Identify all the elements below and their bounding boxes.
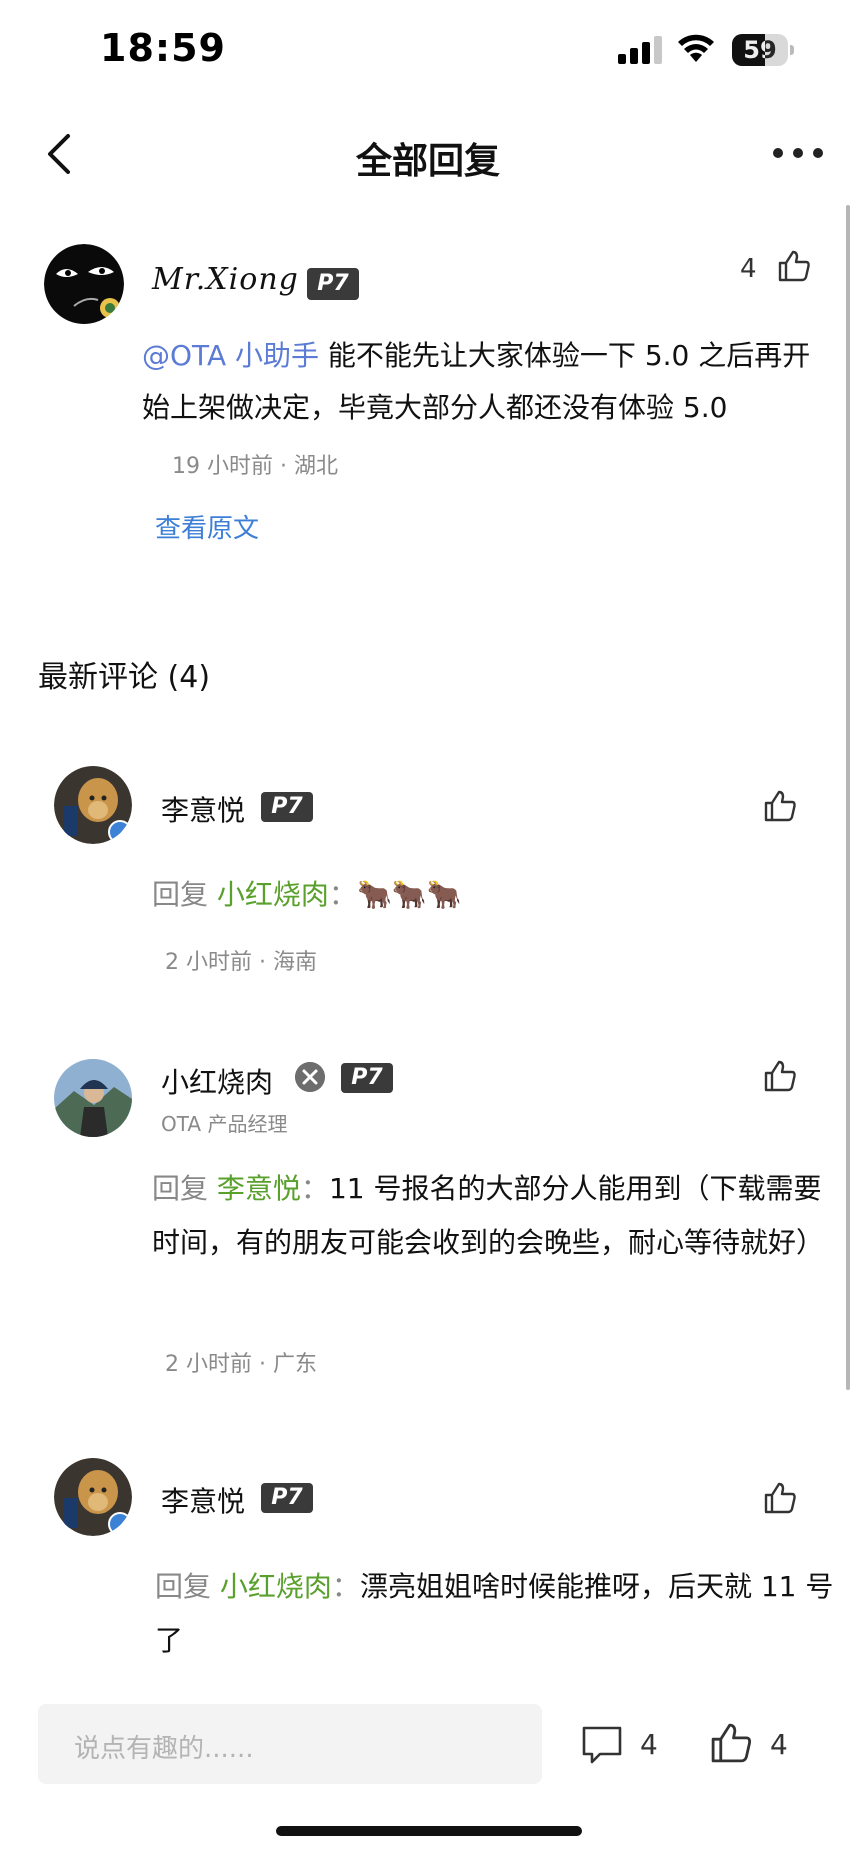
comment-text: 回复 小红烧肉：漂亮姐姐啥时候能推呀，后天就 11 号了 — [155, 1560, 835, 1668]
comment-meta: 2 小时前 · 广东 — [165, 1352, 317, 1377]
post-like-count: 4 — [740, 254, 757, 284]
level-badge: P7 — [261, 792, 313, 822]
reply-prefix: 回复 — [155, 1570, 220, 1603]
comment-text: 回复 李意悦：11 号报名的大部分人能用到（下载需要时间，有的朋友可能会收到的会… — [152, 1162, 832, 1270]
comment-icon[interactable] — [580, 1724, 624, 1766]
comment-username[interactable]: 李意悦 — [161, 789, 245, 829]
scrollbar[interactable] — [846, 205, 850, 1390]
battery-percent: 59 — [743, 36, 777, 64]
like-count: 4 — [770, 1728, 788, 1761]
comment-body: 🐂🐂🐂 — [356, 878, 462, 911]
home-indicator — [276, 1826, 582, 1836]
level-badge: P7 — [341, 1063, 393, 1093]
avatar[interactable] — [54, 1458, 132, 1536]
thumbs-up-icon[interactable] — [708, 1720, 754, 1766]
user-title: OTA 产品经理 — [161, 1112, 288, 1136]
comment-username[interactable]: 小红烧肉 — [161, 1061, 273, 1101]
reply-prefix: 回复 — [152, 878, 217, 911]
comment-text: 回复 小红烧肉：🐂🐂🐂 — [152, 868, 832, 922]
thumbs-up-icon[interactable] — [776, 248, 812, 284]
post-username[interactable]: Mr.Xiong — [152, 262, 299, 297]
comment-count: 4 — [640, 1728, 658, 1761]
comment-input-placeholder: 说点有趣的...... — [74, 1734, 254, 1764]
wifi-icon — [678, 34, 714, 62]
reply-separator: ： — [331, 1570, 360, 1603]
battery-icon: 59 — [732, 34, 794, 66]
avatar[interactable] — [44, 244, 124, 324]
level-badge: P7 — [261, 1483, 313, 1513]
thumbs-up-icon[interactable] — [762, 1480, 798, 1516]
mention-link[interactable]: @OTA 小助手 — [142, 339, 319, 372]
reply-target-link[interactable]: 小红烧肉 — [220, 1570, 332, 1603]
reply-prefix: 回复 — [152, 1172, 217, 1205]
view-original-link[interactable]: 查看原文 — [155, 508, 259, 545]
level-badge: P7 — [307, 268, 359, 300]
thumbs-up-icon[interactable] — [762, 1058, 798, 1094]
comment-meta: 2 小时前 · 海南 — [165, 950, 317, 975]
thumbs-up-icon[interactable] — [762, 788, 798, 824]
reply-separator: ： — [300, 1172, 329, 1205]
avatar[interactable] — [54, 1059, 132, 1137]
avatar[interactable] — [54, 766, 132, 844]
post-text: @OTA 小助手 能不能先让大家体验一下 5.0 之后再开始上架做决定，毕竟大部… — [142, 330, 822, 434]
verified-icon — [295, 1062, 325, 1092]
comment-username[interactable]: 李意悦 — [161, 1480, 245, 1520]
status-time: 18:59 — [100, 26, 226, 70]
post-meta: 19 小时前 · 湖北 — [172, 454, 338, 479]
reply-separator: ： — [328, 878, 357, 911]
reply-target-link[interactable]: 小红烧肉 — [217, 878, 329, 911]
reply-target-link[interactable]: 李意悦 — [217, 1172, 301, 1205]
more-icon[interactable] — [770, 140, 826, 166]
page-title: 全部回复 — [355, 141, 500, 182]
signal-icon — [618, 36, 662, 64]
comments-section-title: 最新评论 (4) — [38, 660, 211, 695]
